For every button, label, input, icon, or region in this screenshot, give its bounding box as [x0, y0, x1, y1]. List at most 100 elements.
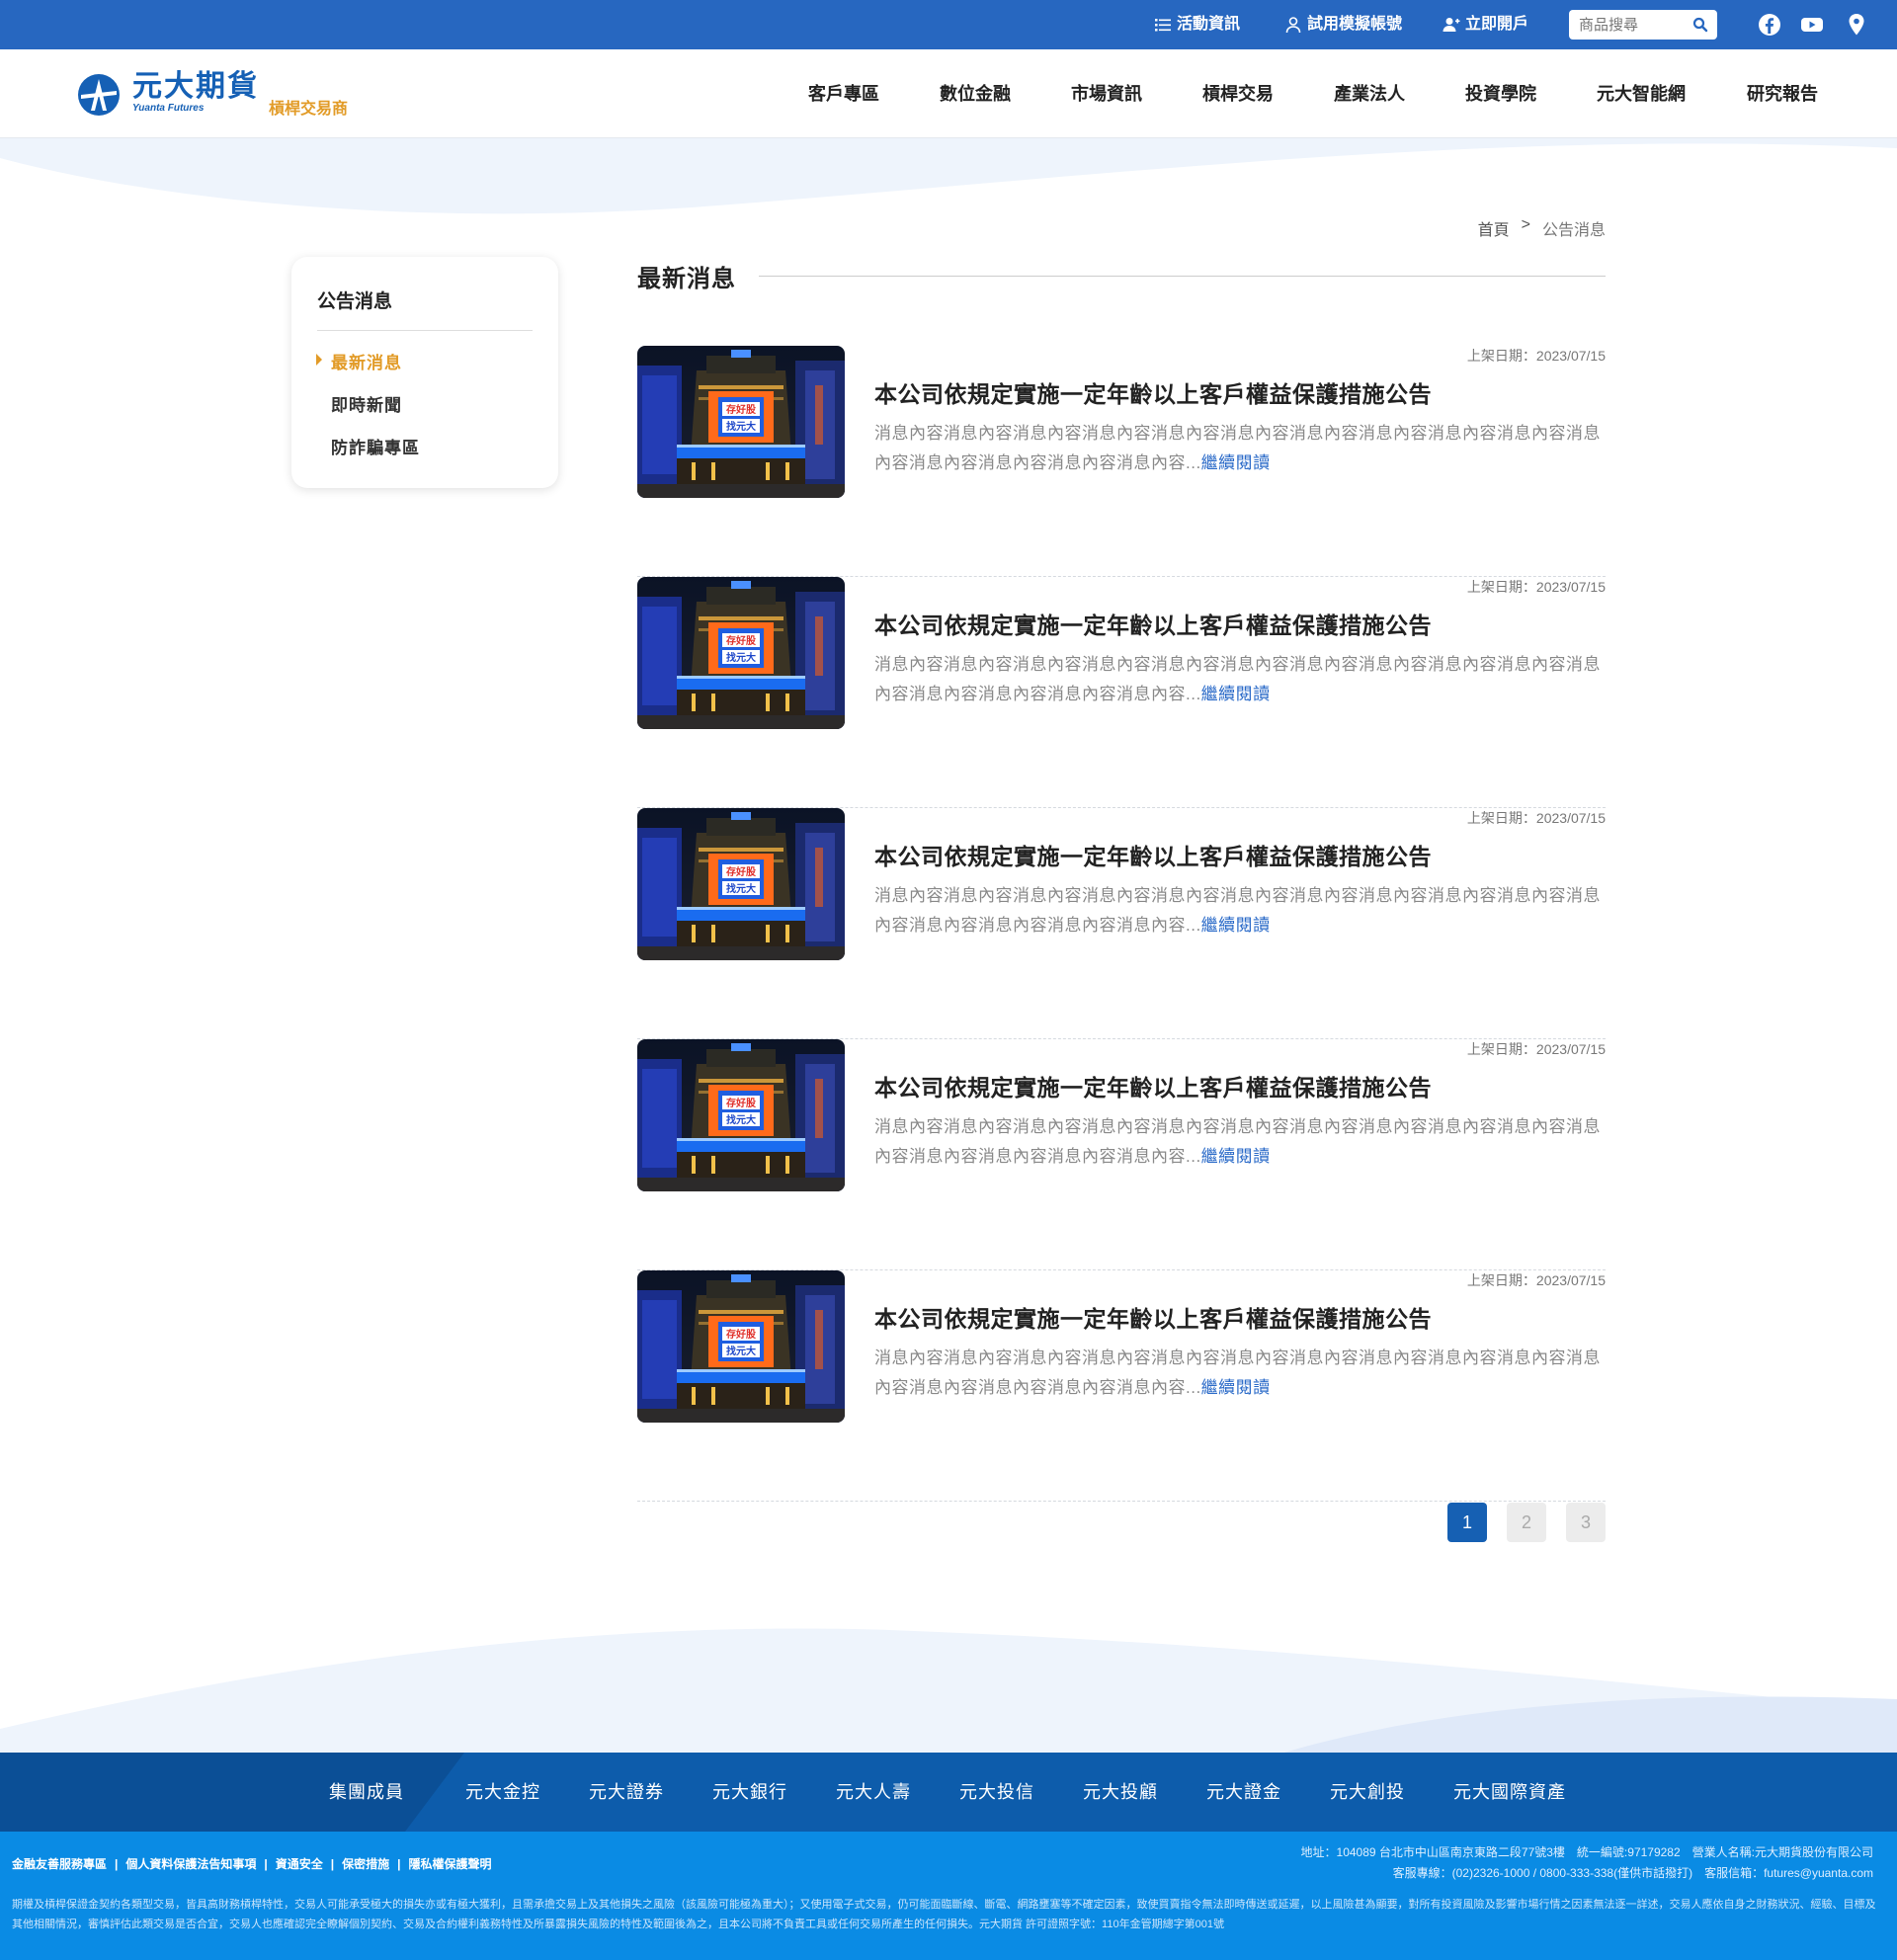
footer-sep: |	[115, 1857, 119, 1871]
news-date: 上架日期：2023/07/15	[1466, 1041, 1606, 1057]
demo-account-label: 試用模擬帳號	[1307, 16, 1403, 33]
active-arrow-icon	[316, 354, 322, 366]
title-divider	[759, 276, 1606, 277]
read-more-link[interactable]: 繼續閱讀	[1201, 1378, 1271, 1397]
read-more-link[interactable]: 繼續閱讀	[1201, 1147, 1271, 1166]
nav-leverage-trading[interactable]: 槓桿交易	[1202, 49, 1274, 138]
group-yuanta-advisory[interactable]: 元大投顧	[1083, 1753, 1158, 1832]
news-item[interactable]: 存好股 找元大 上架日期：2023/07/15 本公司依規定實施一定年齡以上客戶…	[637, 1039, 1606, 1270]
news-thumbnail[interactable]: 存好股 找元大	[637, 346, 845, 498]
footer-link-privacy-notice[interactable]: 個人資料保護法告知事項	[125, 1857, 256, 1871]
sidebar-item-latest-news[interactable]: 最新消息	[331, 349, 402, 373]
news-title[interactable]: 本公司依規定實施一定年齡以上客戶權益保護措施公告	[874, 838, 1432, 871]
footer-sep: |	[330, 1857, 335, 1871]
footer-link-confidentiality[interactable]: 保密措施	[342, 1857, 389, 1871]
nav-customer-zone[interactable]: 客戶專區	[808, 49, 879, 138]
sign-text-1: 存好股	[726, 865, 757, 878]
read-more-link[interactable]: 繼續閱讀	[1201, 916, 1271, 935]
news-thumbnail[interactable]: 存好股 找元大	[637, 808, 845, 960]
facebook-icon[interactable]	[1757, 12, 1782, 38]
logo[interactable]: 元大期貨 Yuanta Futures 槓桿交易商	[77, 71, 348, 119]
breadcrumb-current: 公告消息	[1541, 222, 1606, 239]
sidebar-divider	[317, 330, 533, 331]
footer-link-cyber-security[interactable]: 資通安全	[276, 1857, 323, 1871]
page-title: 最新消息	[637, 266, 736, 292]
news-item[interactable]: 存好股 找元大 上架日期：2023/07/15 本公司依規定實施一定年齡以上客戶…	[637, 577, 1606, 808]
main-header: 元大期貨 Yuanta Futures 槓桿交易商 客戶專區 數位金融 市場資訊…	[0, 49, 1897, 138]
breadcrumb-separator: >	[1521, 216, 1530, 233]
building-photo: 存好股 找元大	[637, 577, 845, 729]
sidebar-item-anti-fraud[interactable]: 防詐騙專區	[331, 434, 420, 458]
read-more-link[interactable]: 繼續閱讀	[1201, 453, 1271, 472]
group-yuanta-life[interactable]: 元大人壽	[836, 1753, 911, 1832]
sign-text-1: 存好股	[726, 403, 757, 416]
breadcrumb-home[interactable]: 首頁	[1478, 216, 1510, 240]
group-yuanta-international[interactable]: 元大國際資產	[1453, 1753, 1566, 1832]
page-3-button[interactable]: 3	[1566, 1503, 1606, 1542]
search-input[interactable]	[1569, 10, 1688, 40]
footer-links: 金融友善服務專區 | 個人資料保護法告知事項 | 資通安全 | 保密措施 | 隱私權保護聲明	[12, 1855, 492, 1872]
user-icon	[1285, 17, 1301, 34]
news-date: 上架日期：2023/07/15	[1466, 810, 1606, 826]
sidebar-title: 公告消息	[317, 291, 393, 312]
group-label: 集團成員	[329, 1782, 404, 1802]
group-yuanta-holdings[interactable]: 元大金控	[465, 1753, 540, 1832]
nav-digital-finance[interactable]: 數位金融	[940, 49, 1011, 138]
top-wave-decoration	[0, 138, 1897, 214]
news-thumbnail[interactable]: 存好股 找元大	[637, 1270, 845, 1423]
sign-text-2: 找元大	[726, 1345, 756, 1357]
news-item[interactable]: 存好股 找元大 上架日期：2023/07/15 本公司依規定實施一定年齡以上客戶…	[637, 808, 1606, 1039]
sidebar-item-instant-news[interactable]: 即時新聞	[331, 391, 402, 416]
group-yuanta-venture[interactable]: 元大創投	[1330, 1753, 1405, 1832]
demo-account-link[interactable]: 試用模擬帳號	[1284, 0, 1402, 49]
footer-sep: |	[264, 1857, 268, 1871]
news-title[interactable]: 本公司依規定實施一定年齡以上客戶權益保護措施公告	[874, 607, 1432, 640]
footer-disclaimer: 期權及槓桿保證金契約各類型交易，皆具高財務槓桿特性，交易人可能承受極大的損失亦或…	[12, 1899, 1876, 1930]
nav-market-info[interactable]: 市場資訊	[1071, 49, 1142, 138]
open-account-link[interactable]: 立即開戶	[1443, 0, 1528, 49]
news-excerpt: 消息內容消息內容消息內容消息內容消息內容消息內容消息內容消息內容消息內容消息內容…	[874, 419, 1606, 478]
group-yuanta-funds[interactable]: 元大投信	[959, 1753, 1034, 1832]
youtube-icon[interactable]	[1799, 12, 1825, 38]
logo-chinese: 元大期貨	[132, 70, 259, 103]
open-account-label: 立即開戶	[1465, 16, 1529, 33]
news-excerpt: 消息內容消息內容消息內容消息內容消息內容消息內容消息內容消息內容消息內容消息內容…	[874, 1112, 1606, 1172]
read-more-link[interactable]: 繼續閱讀	[1201, 685, 1271, 703]
news-excerpt: 消息內容消息內容消息內容消息內容消息內容消息內容消息內容消息內容消息內容消息內容…	[874, 650, 1606, 709]
nav-research-report[interactable]: 研究報告	[1747, 49, 1818, 138]
group-yuanta-securities-finance[interactable]: 元大證金	[1206, 1753, 1281, 1832]
page-2-button[interactable]: 2	[1507, 1503, 1546, 1542]
location-pin-icon[interactable]	[1844, 12, 1869, 38]
building-photo: 存好股 找元大	[637, 1270, 845, 1423]
nav-institutional[interactable]: 產業法人	[1334, 49, 1405, 138]
list-icon	[1155, 19, 1171, 32]
news-excerpt: 消息內容消息內容消息內容消息內容消息內容消息內容消息內容消息內容消息內容消息內容…	[874, 881, 1606, 940]
group-yuanta-bank[interactable]: 元大銀行	[712, 1753, 787, 1832]
sign-text-1: 存好股	[726, 1328, 757, 1341]
bottom-wave-decoration	[0, 1628, 1897, 1753]
footer-sep: |	[397, 1857, 401, 1871]
footer-link-financial-friendly[interactable]: 金融友善服務專區	[12, 1857, 107, 1871]
building-photo: 存好股 找元大	[637, 346, 845, 498]
logo-english: Yuanta Futures	[132, 103, 205, 114]
sidebar: 公告消息 最新消息 即時新聞 防詐騙專區	[291, 257, 558, 488]
footer-link-privacy-policy[interactable]: 隱私權保護聲明	[409, 1857, 492, 1871]
news-thumbnail[interactable]: 存好股 找元大	[637, 577, 845, 729]
nav-smart-net[interactable]: 元大智能網	[1597, 49, 1686, 138]
news-item[interactable]: 存好股 找元大 上架日期：2023/07/15 本公司依規定實施一定年齡以上客戶…	[637, 1270, 1606, 1502]
news-excerpt: 消息內容消息內容消息內容消息內容消息內容消息內容消息內容消息內容消息內容消息內容…	[874, 1344, 1606, 1403]
search-icon[interactable]	[1691, 16, 1709, 34]
news-title[interactable]: 本公司依規定實施一定年齡以上客戶權益保護措施公告	[874, 375, 1432, 409]
nav-investment-academy[interactable]: 投資學院	[1465, 49, 1536, 138]
page-1-button[interactable]: 1	[1447, 1503, 1487, 1542]
news-thumbnail[interactable]: 存好股 找元大	[637, 1039, 845, 1191]
footer-contact: 客服專線：(02)2326-1000 / 0800-333-338(僅供市話撥打…	[1392, 1866, 1873, 1880]
news-title[interactable]: 本公司依規定實施一定年齡以上客戶權益保護措施公告	[874, 1300, 1432, 1334]
footer-address: 地址：104089 台北市中山區南京東路二段77號3樓 統一編號:9717928…	[1300, 1845, 1873, 1859]
news-item[interactable]: 存好股 找元大 上架日期：2023/07/15 本公司依規定實施一定年齡以上客戶…	[637, 346, 1606, 577]
building-photo: 存好股 找元大	[637, 808, 845, 960]
news-title[interactable]: 本公司依規定實施一定年齡以上客戶權益保護措施公告	[874, 1069, 1432, 1102]
news-date: 上架日期：2023/07/15	[1466, 579, 1606, 595]
group-yuanta-securities[interactable]: 元大證券	[589, 1753, 664, 1832]
activity-info-link[interactable]: 活動資訊	[1154, 0, 1240, 49]
